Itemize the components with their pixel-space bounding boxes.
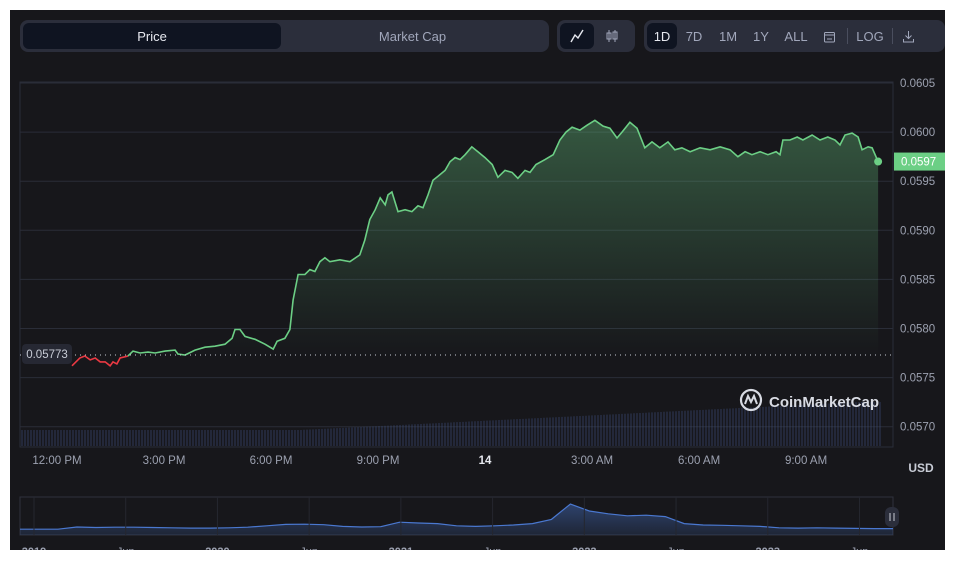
navigator-tick-label: Jun <box>667 546 685 550</box>
navigator-tick-label: Jun <box>300 546 318 550</box>
y-tick-label: 0.0580 <box>900 324 935 336</box>
navigator-area <box>20 504 893 535</box>
price-chart[interactable]: 0.05773 0.0605 0.0600 0.0595 0.0590 0.0585 0.… <box>10 10 945 550</box>
price-line-down <box>71 355 129 367</box>
x-tick-label: 6:00 PM <box>250 455 293 467</box>
navigator-tick-label: 2022 <box>572 546 596 550</box>
navigator-tick-label: 2019 <box>22 546 46 550</box>
y-tick-label: 0.0570 <box>900 422 935 434</box>
price-chart-widget: Price Market Cap 1D 7D 1M 1Y ALL LOG 0.0… <box>10 10 945 550</box>
y-tick-label: 0.0595 <box>900 176 935 188</box>
y-tick-label: 0.0590 <box>900 225 935 237</box>
currency-label: USD <box>908 461 934 475</box>
navigator-handle[interactable] <box>885 507 899 527</box>
x-tick-label: 9:00 AM <box>785 455 827 467</box>
x-tick-label: 12:00 PM <box>32 455 81 467</box>
navigator-tick-label: 2020 <box>205 546 229 550</box>
navigator-tick-label: 2023 <box>756 546 780 550</box>
x-tick-label: 6:00 AM <box>678 455 720 467</box>
y-tick-label: 0.0605 <box>900 78 935 90</box>
navigator-line <box>20 503 893 530</box>
y-tick-label: 0.0575 <box>900 373 935 385</box>
x-tick-label: 3:00 PM <box>143 455 186 467</box>
price-area-fill <box>127 120 879 356</box>
watermark-text: CoinMarketCap <box>769 394 879 411</box>
navigator-tick-label: 2021 <box>389 546 413 550</box>
coinmarketcap-watermark: CoinMarketCap <box>739 388 879 412</box>
y-tick-label: 0.0585 <box>900 274 935 286</box>
navigator-tick-label: Jun <box>851 546 869 550</box>
y-tick-label: 0.0600 <box>900 127 935 139</box>
x-tick-label: 9:00 PM <box>357 455 400 467</box>
navigator-tick-label: Jun <box>117 546 135 550</box>
navigator-tick-label: Jun <box>484 546 502 550</box>
x-tick-label: 14 <box>479 455 492 467</box>
baseline-price-label: 0.05773 <box>26 349 68 361</box>
current-price-dot <box>874 157 883 166</box>
x-tick-label: 3:00 AM <box>571 455 613 467</box>
current-price-label: 0.0597 <box>901 157 936 169</box>
